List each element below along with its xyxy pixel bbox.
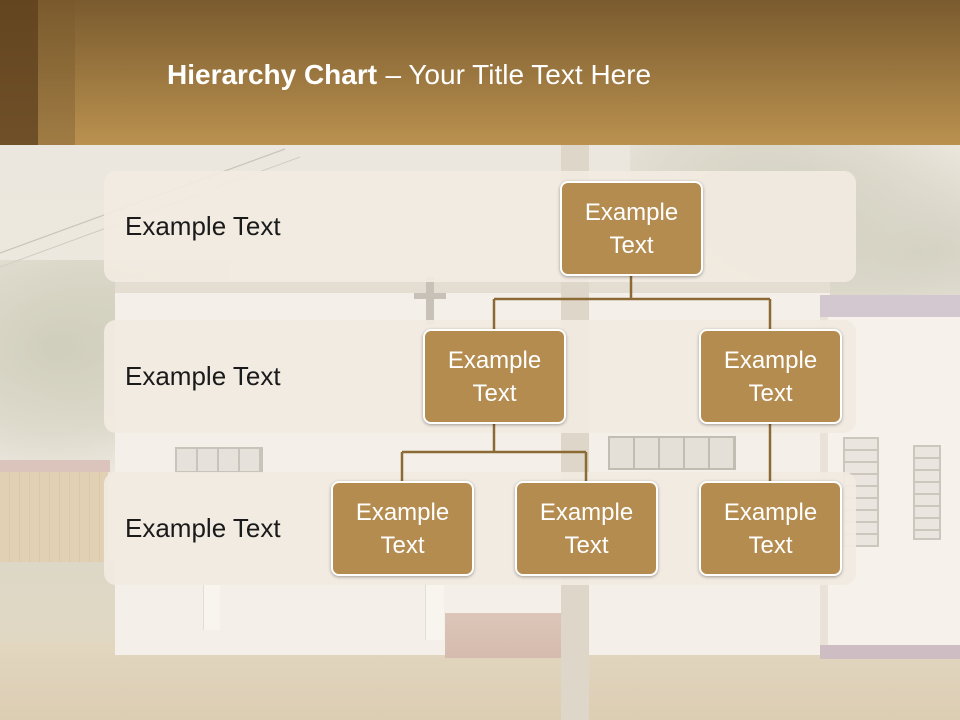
node-level3-2: Example Text bbox=[515, 481, 658, 576]
node-label: Example Text bbox=[723, 346, 818, 407]
node-label: Example Text bbox=[584, 198, 679, 259]
node-label: Example Text bbox=[447, 346, 542, 407]
slide: Hierarchy Chart – Your Title Text Here Ex… bbox=[0, 0, 960, 720]
node-root: Example Text bbox=[560, 181, 703, 276]
node-label: Example Text bbox=[723, 498, 818, 559]
node-label: Example Text bbox=[539, 498, 634, 559]
node-level3-3: Example Text bbox=[699, 481, 842, 576]
node-level2-left: Example Text bbox=[423, 329, 566, 424]
node-level2-right: Example Text bbox=[699, 329, 842, 424]
node-label: Example Text bbox=[355, 498, 450, 559]
node-level3-1: Example Text bbox=[331, 481, 474, 576]
